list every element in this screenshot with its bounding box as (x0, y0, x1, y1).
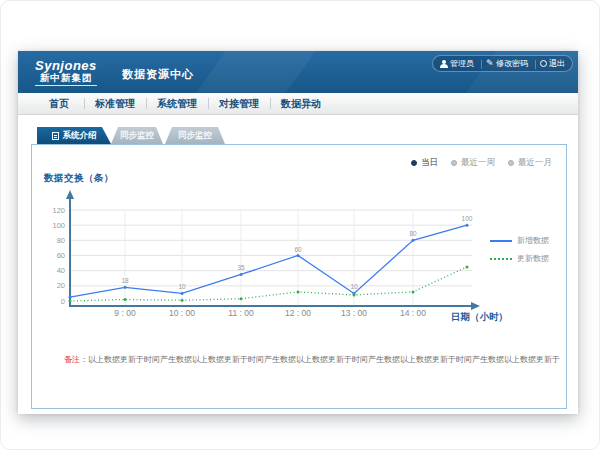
svg-text:10 : 00: 10 : 00 (169, 308, 195, 318)
header-decor-streak (183, 51, 322, 93)
svg-text:35: 35 (237, 264, 245, 271)
svg-text:120: 120 (52, 206, 65, 215)
footnote-prefix: 备注 (64, 355, 80, 364)
user-menu-edit[interactable]: 修改密码 (481, 56, 533, 71)
logout-icon (540, 60, 547, 67)
brand-name-en: Synjones (35, 59, 97, 72)
nav-item[interactable]: 标准管理 (84, 93, 146, 114)
edit-icon (486, 60, 494, 68)
svg-text:100: 100 (462, 215, 473, 222)
legend-item: 新增数据 (490, 235, 549, 246)
nav-item[interactable]: 首页 (34, 93, 84, 114)
svg-text:40: 40 (57, 266, 65, 275)
tab-label: 同步监控 (178, 130, 212, 142)
svg-text:0: 0 (61, 297, 65, 306)
svg-text:100: 100 (52, 221, 65, 230)
app-header: Synjones 新中新集团 数据资源中心 管理员 修改密码 退出 (18, 51, 578, 93)
tab-bar: 系统介绍 同步监控 同步监控 (37, 127, 225, 144)
footnote-text: ：以上数据更新于时间产生数据以上数据更新于时间产生数据以上数据更新于时间产生数据… (80, 355, 560, 364)
nav-item[interactable]: 系统管理 (146, 93, 208, 114)
legend-label: 更新数据 (517, 253, 549, 264)
line-chart: 0 20 40 60 80 100 120 9 : 00 10 : 00 11 : 00 12 : … (32, 145, 568, 410)
svg-text:60: 60 (294, 246, 302, 253)
svg-text:13 : 00: 13 : 00 (341, 308, 367, 318)
tab-label: 同步监控 (120, 130, 154, 142)
app-window: Synjones 新中新集团 数据资源中心 管理员修改密码退出 首页标准管理系统… (18, 51, 578, 414)
svg-text:14 : 00: 14 : 00 (400, 308, 426, 318)
svg-text:11 : 00: 11 : 00 (228, 308, 254, 318)
legend-line-icon (490, 258, 512, 260)
footnote: 备注：以上数据更新于时间产生数据以上数据更新于时间产生数据以上数据更新于时间产生… (64, 354, 560, 365)
user-menu-label: 修改密码 (496, 58, 528, 69)
svg-text:12 : 00: 12 : 00 (285, 308, 311, 318)
legend-label: 新增数据 (517, 235, 549, 246)
svg-text:10: 10 (350, 283, 358, 290)
user-menu-label: 退出 (549, 58, 565, 69)
svg-text:60: 60 (57, 251, 65, 260)
user-menu-user[interactable]: 管理员 (435, 56, 479, 71)
svg-text:80: 80 (409, 230, 417, 237)
svg-text:20: 20 (57, 281, 65, 290)
nav-item[interactable]: 对接管理 (208, 93, 270, 114)
user-icon (440, 60, 448, 68)
tab-2[interactable]: 同步监控 (111, 127, 163, 144)
user-menu-logout[interactable]: 退出 (535, 56, 570, 71)
main-nav: 首页标准管理系统管理对接管理数据异动 (18, 93, 578, 115)
page-title: 数据资源中心 (122, 67, 194, 82)
svg-text:18: 18 (121, 277, 129, 284)
brand-name-cn: 新中新集团 (35, 72, 97, 83)
user-menu: 管理员 修改密码 退出 (432, 55, 573, 72)
brand-logo[interactable]: Synjones 新中新集团 (35, 59, 97, 86)
chart-legend: 新增数据更新数据 (490, 235, 549, 264)
svg-text:10: 10 (178, 283, 186, 290)
legend-line-icon (490, 240, 512, 242)
user-menu-label: 管理员 (450, 58, 474, 69)
svg-text:9 : 00: 9 : 00 (114, 308, 136, 318)
tab-3[interactable]: 同步监控 (165, 127, 225, 144)
content-panel: 当日最近一周最近一月 数据交换（条） 0204060801001209 : 00… (31, 144, 567, 409)
tab-1[interactable]: 系统介绍 (37, 127, 111, 144)
svg-text:80: 80 (57, 236, 65, 245)
document-icon (52, 132, 59, 140)
chart-x-axis-title: 日期（小时） (451, 311, 508, 324)
nav-item[interactable]: 数据异动 (270, 93, 332, 114)
tab-label: 系统介绍 (63, 130, 97, 142)
legend-item: 更新数据 (490, 253, 549, 264)
